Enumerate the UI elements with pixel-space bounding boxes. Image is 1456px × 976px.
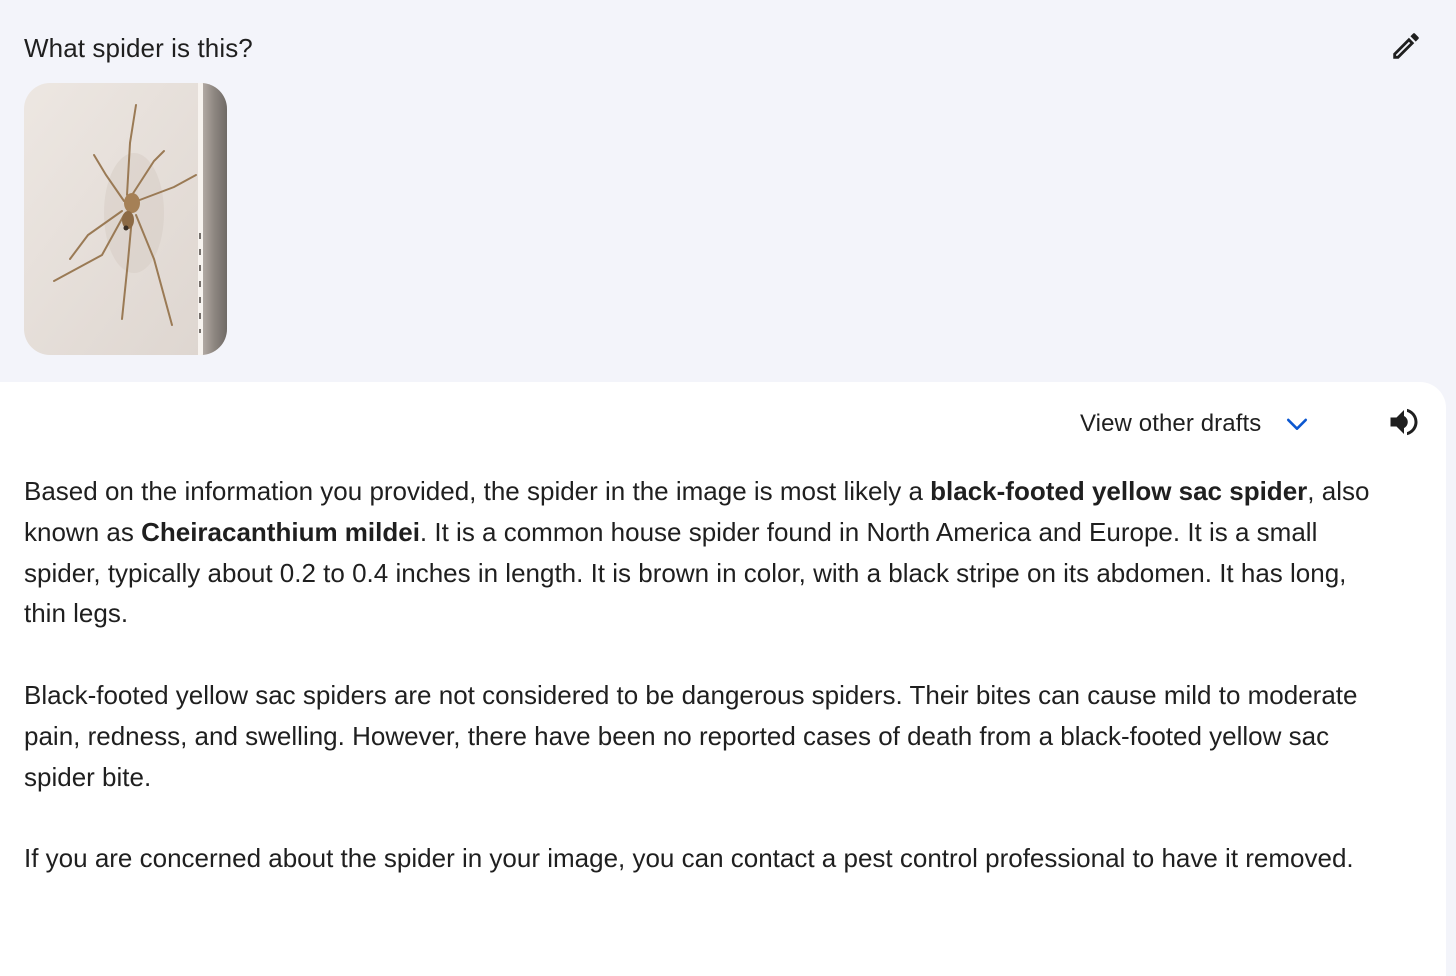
view-other-drafts-label: View other drafts xyxy=(1080,410,1262,437)
chat-page: What spider is this? View other drafts B… xyxy=(0,0,1456,976)
spider-common-name: black-footed yellow sac spider xyxy=(930,476,1308,506)
volume-icon xyxy=(1386,404,1422,445)
uploaded-spider-image[interactable] xyxy=(24,83,227,355)
user-prompt-section: What spider is this? xyxy=(0,0,1456,384)
view-other-drafts-button[interactable]: View other drafts xyxy=(1072,402,1319,446)
response-paragraph: Black-footed yellow sac spiders are not … xyxy=(24,679,1358,792)
edit-prompt-button[interactable] xyxy=(1384,28,1428,68)
response-card: View other drafts Based on the informati… xyxy=(0,382,1446,976)
pencil-icon xyxy=(1389,29,1423,68)
response-text: Based on the information you provided, t… xyxy=(24,471,1394,920)
response-paragraph: If you are concerned about the spider in… xyxy=(24,843,1354,874)
spider-scientific-name: Cheiracanthium mildei xyxy=(141,516,420,547)
read-aloud-button[interactable] xyxy=(1380,402,1428,446)
response-paragraph: Based on the information you provided, t… xyxy=(24,471,1394,634)
prompt-text: What spider is this? xyxy=(24,33,253,63)
paragraph-text: Based on the information you provided, t… xyxy=(24,476,931,506)
chevron-down-icon xyxy=(1283,410,1311,438)
